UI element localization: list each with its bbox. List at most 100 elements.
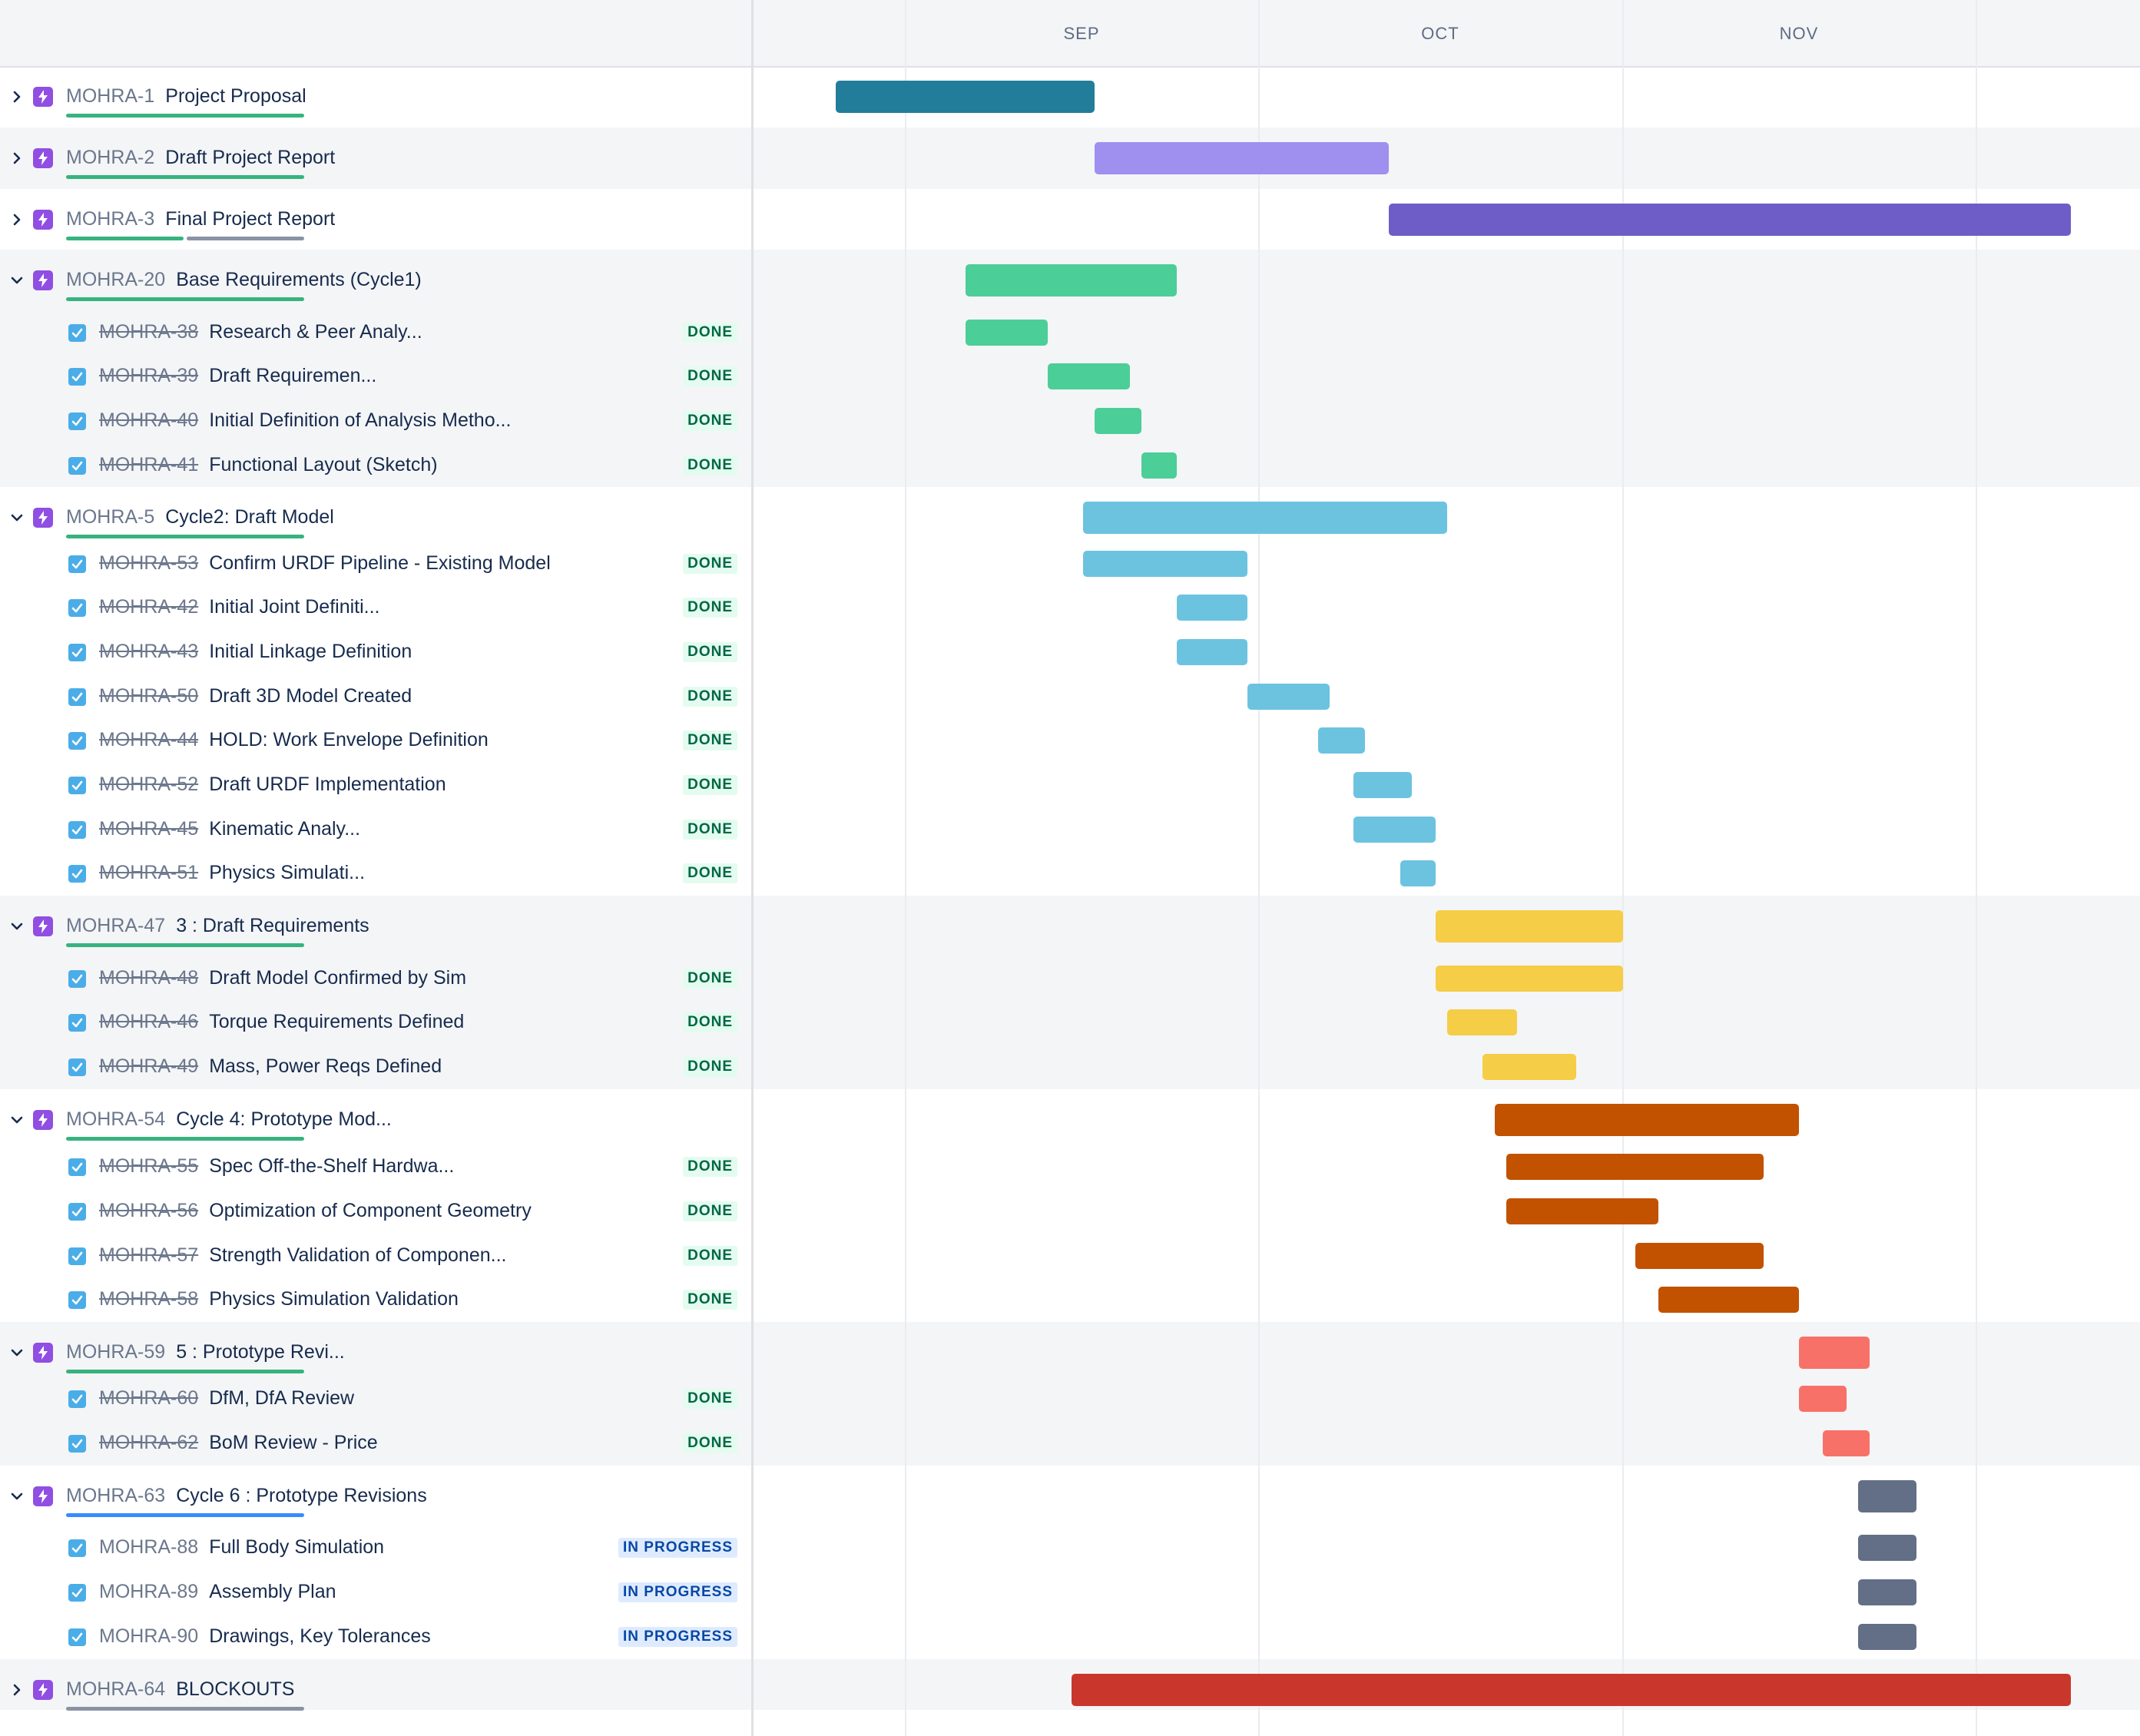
issue-row[interactable]: MOHRA-44 HOLD: Work Envelope Definition DO…: [0, 718, 751, 763]
issue-row[interactable]: MOHRA-50 Draft 3D Model Created DONE: [0, 674, 751, 718]
issue-label[interactable]: MOHRA-44 HOLD: Work Envelope Definition: [99, 729, 489, 751]
chevron-right-icon[interactable]: [9, 212, 25, 227]
epic-label[interactable]: MOHRA-64 BLOCKOUTS: [66, 1678, 294, 1701]
issue-key[interactable]: MOHRA-40: [99, 409, 198, 431]
issue-timeline-bar[interactable]: [1177, 595, 1247, 621]
issue-row[interactable]: MOHRA-49 Mass, Power Reqs Defined DONE: [0, 1045, 751, 1089]
epic-label[interactable]: MOHRA-54 Cycle 4: Prototype Mod...: [66, 1108, 392, 1131]
issue-row[interactable]: MOHRA-39 Draft Requiremen... DONE: [0, 354, 751, 399]
issue-row[interactable]: MOHRA-62 BoM Review - Price DONE: [0, 1421, 751, 1466]
issue-timeline-bar[interactable]: [1353, 816, 1436, 843]
issue-row[interactable]: MOHRA-89 Assembly Plan IN PROGRESS: [0, 1570, 751, 1615]
issue-label[interactable]: MOHRA-88 Full Body Simulation: [99, 1536, 384, 1559]
issue-label[interactable]: MOHRA-49 Mass, Power Reqs Defined: [99, 1055, 442, 1078]
issue-key[interactable]: MOHRA-50: [99, 685, 198, 707]
issue-timeline-bar[interactable]: [1177, 639, 1247, 665]
issue-label[interactable]: MOHRA-52 Draft URDF Implementation: [99, 774, 446, 796]
epic-row[interactable]: MOHRA-3 Final Project Report: [0, 189, 751, 250]
issue-row[interactable]: MOHRA-53 Confirm URDF Pipeline - Existing…: [0, 542, 751, 585]
chevron-down-icon[interactable]: [9, 919, 25, 934]
epic-row[interactable]: MOHRA-2 Draft Project Report: [0, 128, 751, 189]
issue-key[interactable]: MOHRA-3: [66, 208, 154, 230]
chevron-down-icon[interactable]: [9, 1112, 25, 1128]
issue-row[interactable]: MOHRA-48 Draft Model Confirmed by Sim DONE: [0, 956, 751, 1000]
issue-row[interactable]: MOHRA-46 Torque Requirements Defined DONE: [0, 1000, 751, 1045]
issue-key[interactable]: MOHRA-5: [66, 506, 154, 528]
issue-row[interactable]: MOHRA-57 Strength Validation of Componen.…: [0, 1234, 751, 1277]
epic-row[interactable]: MOHRA-5 Cycle2: Draft Model: [0, 487, 751, 542]
issue-row[interactable]: MOHRA-90 Drawings, Key Tolerances IN PROGR…: [0, 1615, 751, 1659]
issue-key[interactable]: MOHRA-51: [99, 862, 198, 883]
issue-label[interactable]: MOHRA-41 Functional Layout (Sketch): [99, 454, 438, 476]
issue-key[interactable]: MOHRA-58: [99, 1288, 198, 1310]
epic-row[interactable]: MOHRA-59 5 : Prototype Revi...: [0, 1322, 751, 1377]
issue-timeline-bar[interactable]: [1858, 1535, 1916, 1561]
issue-row[interactable]: MOHRA-38 Research & Peer Analy... DONE: [0, 310, 751, 354]
issue-timeline-bar[interactable]: [1353, 772, 1412, 798]
issue-key[interactable]: MOHRA-47: [66, 915, 165, 936]
list-timeline-divider[interactable]: [751, 0, 754, 1736]
issue-row[interactable]: MOHRA-56 Optimization of Component Geomet…: [0, 1189, 751, 1234]
issue-row[interactable]: MOHRA-88 Full Body Simulation IN PROGRESS: [0, 1526, 751, 1570]
issue-timeline-bar[interactable]: [1447, 1009, 1517, 1035]
issue-key[interactable]: MOHRA-20: [66, 269, 165, 290]
issue-label[interactable]: MOHRA-56 Optimization of Component Geomet…: [99, 1200, 532, 1222]
epic-row[interactable]: MOHRA-63 Cycle 6 : Prototype Revisions: [0, 1466, 751, 1526]
issue-key[interactable]: MOHRA-64: [66, 1678, 165, 1700]
issue-timeline-bar[interactable]: [1658, 1287, 1799, 1313]
issue-row[interactable]: MOHRA-42 Initial Joint Definiti... DONE: [0, 585, 751, 630]
issue-row[interactable]: MOHRA-55 Spec Off-the-Shelf Hardwa... DONE: [0, 1145, 751, 1189]
epic-timeline-bar[interactable]: [1436, 910, 1623, 943]
issue-timeline-bar[interactable]: [966, 319, 1048, 346]
issue-row[interactable]: MOHRA-45 Kinematic Analy... DONE: [0, 807, 751, 851]
issue-label[interactable]: MOHRA-57 Strength Validation of Componen.…: [99, 1244, 506, 1267]
chevron-down-icon[interactable]: [9, 510, 25, 525]
issue-timeline-bar[interactable]: [1506, 1154, 1764, 1180]
issue-key[interactable]: MOHRA-2: [66, 147, 154, 168]
issue-key[interactable]: MOHRA-49: [99, 1055, 198, 1077]
epic-label[interactable]: MOHRA-5 Cycle2: Draft Model: [66, 506, 334, 528]
issue-timeline-bar[interactable]: [1799, 1386, 1847, 1412]
issue-key[interactable]: MOHRA-53: [99, 552, 198, 574]
issue-timeline-bar[interactable]: [1141, 452, 1177, 479]
issue-row[interactable]: MOHRA-51 Physics Simulati... DONE: [0, 851, 751, 896]
issue-row[interactable]: MOHRA-58 Physics Simulation Validation DON…: [0, 1277, 751, 1322]
epic-timeline-bar[interactable]: [1799, 1337, 1870, 1369]
epic-row[interactable]: MOHRA-64 BLOCKOUTS: [0, 1659, 751, 1711]
issue-key[interactable]: MOHRA-57: [99, 1244, 198, 1266]
issue-timeline-bar[interactable]: [1436, 965, 1623, 992]
epic-row[interactable]: MOHRA-1 Project Proposal: [0, 66, 751, 128]
issue-key[interactable]: MOHRA-89: [99, 1581, 198, 1602]
issue-timeline-bar[interactable]: [1858, 1579, 1916, 1605]
issue-timeline-bar[interactable]: [1095, 408, 1141, 434]
epic-label[interactable]: MOHRA-59 5 : Prototype Revi...: [66, 1341, 345, 1363]
issue-key[interactable]: MOHRA-44: [99, 729, 198, 750]
issue-label[interactable]: MOHRA-48 Draft Model Confirmed by Sim: [99, 967, 466, 989]
issue-key[interactable]: MOHRA-46: [99, 1011, 198, 1032]
issue-label[interactable]: MOHRA-53 Confirm URDF Pipeline - Existing…: [99, 552, 551, 575]
epic-row[interactable]: MOHRA-20 Base Requirements (Cycle1): [0, 250, 751, 310]
issue-key[interactable]: MOHRA-41: [99, 454, 198, 475]
issue-key[interactable]: MOHRA-54: [66, 1108, 165, 1130]
epic-timeline-bar[interactable]: [1858, 1480, 1916, 1512]
issue-label[interactable]: MOHRA-89 Assembly Plan: [99, 1581, 336, 1603]
issue-label[interactable]: MOHRA-51 Physics Simulati...: [99, 862, 365, 884]
issue-timeline-bar[interactable]: [1247, 683, 1330, 710]
epic-row[interactable]: MOHRA-54 Cycle 4: Prototype Mod...: [0, 1089, 751, 1145]
epic-label[interactable]: MOHRA-2 Draft Project Report: [66, 147, 335, 169]
issue-label[interactable]: MOHRA-39 Draft Requiremen...: [99, 365, 376, 387]
issue-timeline-bar[interactable]: [1400, 860, 1436, 886]
epic-timeline-bar[interactable]: [836, 81, 1095, 113]
epic-label[interactable]: MOHRA-1 Project Proposal: [66, 85, 306, 108]
chevron-right-icon[interactable]: [9, 151, 25, 166]
epic-row[interactable]: MOHRA-47 3 : Draft Requirements: [0, 896, 751, 956]
issue-row[interactable]: MOHRA-41 Functional Layout (Sketch) DONE: [0, 443, 751, 487]
chevron-right-icon[interactable]: [9, 89, 25, 104]
chevron-down-icon[interactable]: [9, 1489, 25, 1504]
issue-key[interactable]: MOHRA-88: [99, 1536, 198, 1558]
issue-label[interactable]: MOHRA-38 Research & Peer Analy...: [99, 321, 422, 343]
issue-timeline-bar[interactable]: [1482, 1054, 1576, 1080]
chevron-right-icon[interactable]: [9, 1682, 25, 1698]
issue-row[interactable]: MOHRA-52 Draft URDF Implementation DONE: [0, 763, 751, 807]
issue-row[interactable]: MOHRA-40 Initial Definition of Analysis M…: [0, 399, 751, 443]
